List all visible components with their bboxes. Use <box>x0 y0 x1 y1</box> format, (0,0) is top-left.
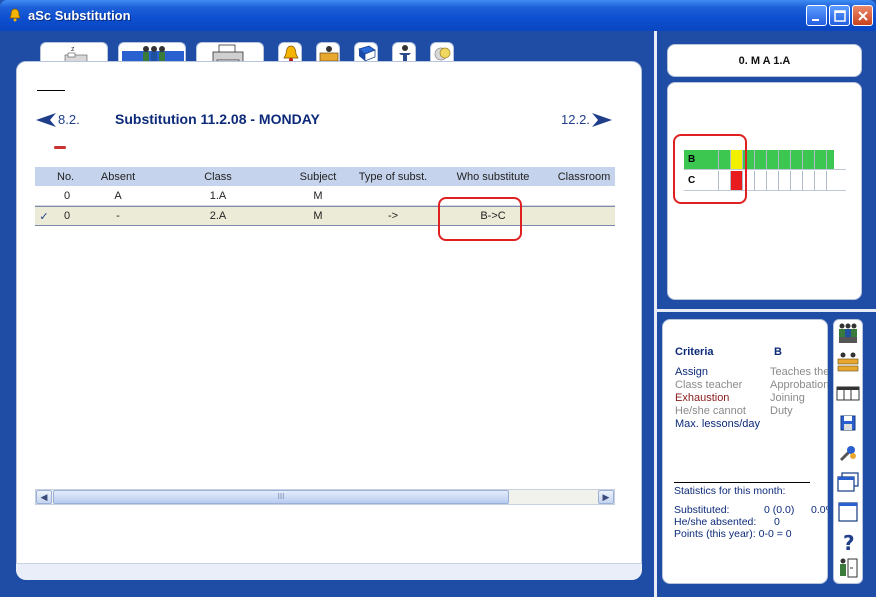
close-icon <box>858 11 868 21</box>
windows-icon[interactable] <box>836 470 860 494</box>
table-row[interactable]: 0 A 1.A M <box>35 186 615 206</box>
previous-day-label: 8.2. <box>58 112 80 127</box>
criteria-title: Criteria <box>675 346 714 358</box>
row-type: -> <box>387 210 399 222</box>
grid-cell[interactable] <box>802 171 814 190</box>
next-day-button[interactable]: 12.2. <box>561 112 612 127</box>
header-no[interactable]: No. <box>53 167 83 186</box>
grid-cell[interactable] <box>826 171 834 190</box>
classes-icon[interactable] <box>836 350 860 374</box>
criteria-assign[interactable]: Assign <box>675 366 708 378</box>
criteria-teaches: Teaches the <box>770 366 828 378</box>
row-no: 0 <box>64 189 71 202</box>
horizontal-divider[interactable] <box>657 309 876 312</box>
main-panel-footer <box>16 563 642 580</box>
stats-substituted-percent: 0.0% <box>811 504 828 516</box>
table-row-selected[interactable]: ✓ 0 - 2.A M -> B->C <box>35 206 615 226</box>
window-title: aSc Substitution <box>28 8 131 23</box>
grid-cell[interactable] <box>814 171 826 190</box>
substitution-table: No. Absent Class Subject Type of subst. … <box>35 167 615 226</box>
grid-cell[interactable] <box>790 150 802 169</box>
criteria-teacher: B <box>774 346 782 358</box>
row-class: 2.A <box>209 210 227 222</box>
header-class[interactable]: Class <box>153 167 283 186</box>
scroll-thumb[interactable]: III <box>53 490 509 504</box>
minimize-button[interactable] <box>806 5 827 26</box>
svg-text:z: z <box>71 46 75 53</box>
arrow-right-icon <box>591 112 612 127</box>
table-icon[interactable] <box>836 381 860 405</box>
row-subject: M <box>313 189 323 202</box>
grid-cell[interactable] <box>754 171 766 190</box>
header-check <box>35 167 53 186</box>
criteria-cannot: He/she cannot <box>675 405 746 417</box>
row-class: 1.A <box>209 189 227 202</box>
stats-substituted-label: Substituted: <box>674 504 730 516</box>
separator-line <box>37 90 65 91</box>
table-header: No. Absent Class Subject Type of subst. … <box>35 167 615 186</box>
save-icon[interactable] <box>836 411 860 435</box>
grid-cell[interactable] <box>778 171 790 190</box>
title-bar: aSc Substitution <box>0 0 876 31</box>
status-marker <box>54 146 66 149</box>
highlight-circle <box>438 197 522 241</box>
row-absent: A <box>114 189 122 202</box>
window-icon[interactable] <box>836 500 860 524</box>
help-icon[interactable]: ? <box>836 530 860 554</box>
bell-icon <box>9 8 21 22</box>
vertical-divider[interactable] <box>654 31 657 597</box>
maximize-button[interactable] <box>829 5 850 26</box>
stats-substituted-value: 0 (0.0) <box>764 504 795 516</box>
stats-absented-label: He/she absented: <box>674 516 757 528</box>
scroll-right-button[interactable]: ▶ <box>598 490 614 504</box>
scroll-left-button[interactable]: ◀ <box>36 490 52 504</box>
header-absent[interactable]: Absent <box>83 167 153 186</box>
row-classroom <box>553 207 615 225</box>
stats-heading: Statistics for this month: <box>674 485 786 497</box>
grid-cell[interactable] <box>826 150 834 169</box>
criteria-duty: Duty <box>770 405 793 417</box>
header-classroom[interactable]: Classroom <box>553 167 615 186</box>
grid-cell[interactable] <box>766 171 778 190</box>
stats-points: Points (this year): 0-0 = 0 <box>674 528 792 540</box>
maximize-icon <box>834 10 846 22</box>
row-type <box>353 186 433 205</box>
row-subject: M <box>313 210 323 222</box>
arrow-left-icon <box>36 112 56 127</box>
grid-cell[interactable] <box>766 150 778 169</box>
criteria-approbation: Approbation <box>770 379 828 391</box>
row-check[interactable]: ✓ <box>35 207 53 225</box>
grid-cell[interactable] <box>778 150 790 169</box>
criteria-joining: Joining <box>770 392 805 404</box>
row-absent: - <box>116 210 120 222</box>
stats-absented-value: 0 <box>774 516 780 528</box>
criteria-exhaustion: Exhaustion <box>675 392 730 404</box>
teachers-icon[interactable] <box>836 322 860 346</box>
next-day-label: 12.2. <box>561 112 590 127</box>
previous-day-button[interactable]: 8.2. <box>36 112 80 127</box>
grid-cell[interactable] <box>814 150 826 169</box>
svg-text:?: ? <box>843 531 855 554</box>
row-no: 0 <box>64 210 71 222</box>
criteria-panel <box>662 319 828 584</box>
row-check[interactable] <box>35 186 53 205</box>
criteria-max-lessons: Max. lessons/day <box>675 418 760 430</box>
criteria-class-teacher: Class teacher <box>675 379 743 391</box>
grid-cell[interactable] <box>754 150 766 169</box>
exit-icon[interactable] <box>836 556 860 580</box>
stats-separator <box>674 482 810 483</box>
highlight-circle <box>673 134 747 204</box>
close-button[interactable] <box>852 5 873 26</box>
tools-icon[interactable] <box>836 441 860 465</box>
grid-cell[interactable] <box>802 150 814 169</box>
header-subject[interactable]: Subject <box>283 167 353 186</box>
horizontal-scrollbar[interactable]: ◀ III ▶ <box>35 489 615 505</box>
page-title: Substitution 11.2.08 - MONDAY <box>115 111 320 127</box>
header-who[interactable]: Who substitute <box>433 167 553 186</box>
minimize-icon <box>812 19 819 21</box>
grid-cell[interactable] <box>790 171 802 190</box>
lesson-header: 0. M A 1.A <box>667 44 862 77</box>
row-classroom <box>553 186 615 205</box>
header-type[interactable]: Type of subst. <box>353 167 433 186</box>
